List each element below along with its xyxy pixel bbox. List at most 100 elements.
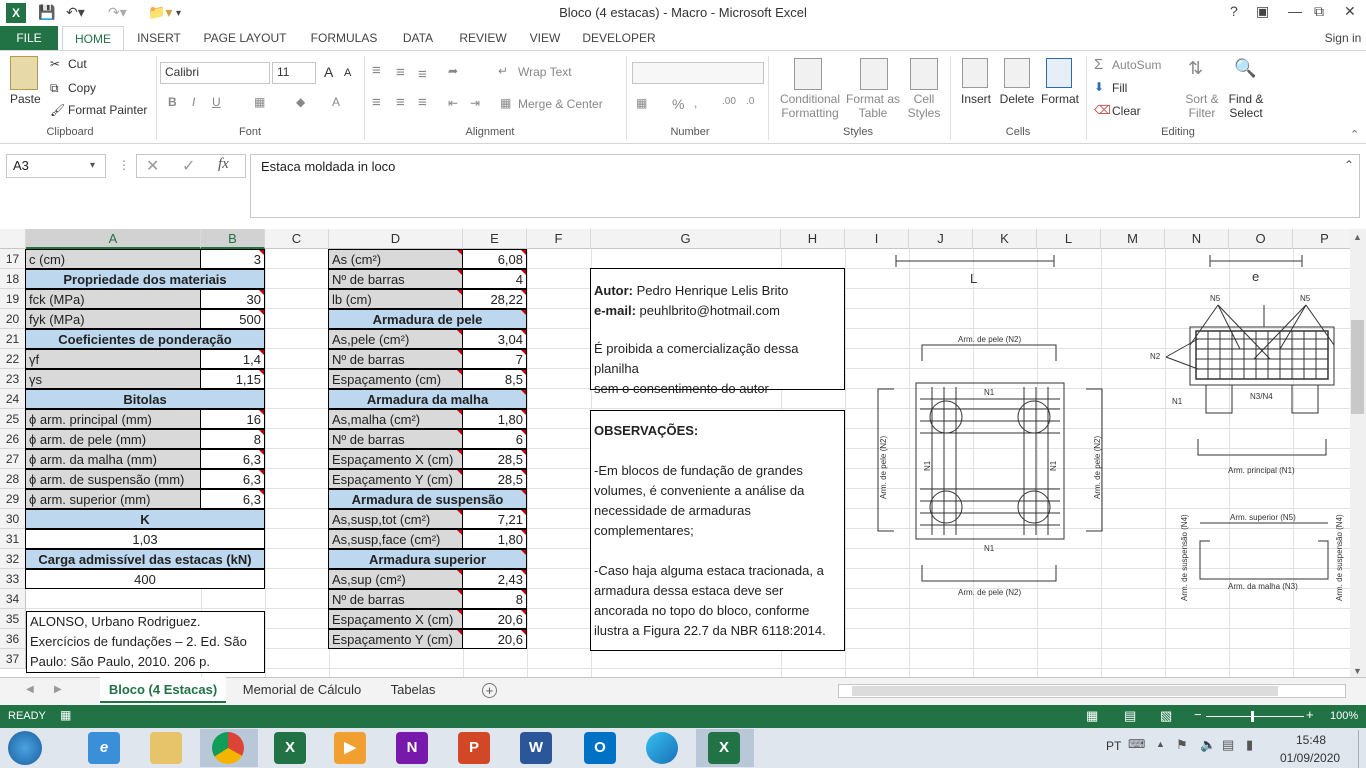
label-cell[interactable]: ϕ arm. de suspensão (mm) [25, 469, 201, 489]
value-cell[interactable]: 6,3 [200, 489, 265, 509]
row-header[interactable]: 22 [0, 349, 26, 369]
format-cells-icon[interactable] [1046, 58, 1072, 88]
macro-record-icon[interactable]: ▦ [60, 708, 71, 722]
section-header-cell[interactable]: Armadura superior [328, 549, 527, 569]
edge-icon[interactable] [646, 732, 678, 764]
sign-in-link[interactable]: Sign in [1320, 26, 1366, 50]
normal-view-icon[interactable]: ▦ [1086, 708, 1098, 724]
onenote-icon[interactable]: N [396, 732, 428, 764]
underline-button[interactable]: U [212, 95, 221, 109]
collapse-ribbon-icon[interactable]: ⌃ [1350, 128, 1359, 141]
outlook-icon[interactable]: O [584, 732, 616, 764]
label-cell[interactable]: ϕ arm. da malha (mm) [25, 449, 201, 469]
borders-icon[interactable]: ▦ [254, 95, 265, 109]
format-as-table-button[interactable]: Format as Table [842, 92, 904, 120]
restore-icon[interactable]: ⧉ [1314, 3, 1324, 20]
value-cell[interactable]: 20,6 [462, 629, 527, 649]
label-cell[interactable]: γs [25, 369, 201, 389]
insert-cells-icon[interactable] [962, 58, 988, 88]
value-cell[interactable]: 20,6 [462, 609, 527, 629]
insert-function-button[interactable]: fx [218, 156, 229, 173]
fill-icon[interactable]: ⬇ [1094, 80, 1104, 94]
powerpoint-icon[interactable]: P [458, 732, 490, 764]
row-header[interactable]: 20 [0, 309, 26, 329]
label-cell[interactable]: Espaçamento X (cm) [328, 449, 463, 469]
section-header-cell[interactable]: Propriedade dos materiais [25, 269, 265, 289]
col-header-g[interactable]: G [591, 229, 781, 249]
value-cell[interactable]: 7,21 [462, 509, 527, 529]
section-header-cell[interactable]: Carga admissível das estacas (kN) [25, 549, 265, 569]
col-header-h[interactable]: H [781, 229, 845, 249]
decrease-indent-icon[interactable]: ⇤ [448, 96, 458, 110]
label-cell[interactable]: c (cm) [25, 249, 201, 269]
author-box[interactable]: Autor: Pedro Henrique Lelis Brito e-mail… [590, 268, 845, 396]
tab-home[interactable]: HOME [62, 26, 124, 50]
value-cell[interactable]: 1,4 [200, 349, 265, 369]
label-cell[interactable]: As,pele (cm²) [328, 329, 463, 349]
collapse-formula-bar-icon[interactable]: ⌃ [1344, 158, 1354, 172]
page-break-view-icon[interactable]: ▧ [1160, 708, 1172, 724]
minimize-icon[interactable]: — [1288, 3, 1302, 19]
add-sheet-icon[interactable]: + [482, 683, 497, 698]
value-cell[interactable]: 6 [462, 429, 527, 449]
show-desktop-button[interactable] [1358, 730, 1366, 768]
tab-insert[interactable]: INSERT [132, 26, 186, 50]
cut-icon[interactable]: ✂ [50, 57, 60, 71]
prev-sheet-icon[interactable]: ◀ [26, 684, 34, 695]
col-header-f[interactable]: F [527, 229, 591, 249]
show-hidden-icons[interactable]: ▲ [1156, 739, 1165, 749]
italic-button[interactable]: I [192, 95, 195, 109]
value-cell[interactable]: 3 [200, 249, 265, 269]
value-cell[interactable]: 3,04 [462, 329, 527, 349]
value-cell[interactable]: 6,3 [200, 449, 265, 469]
find-select-icon[interactable]: 🔍 [1234, 58, 1256, 79]
language-indicator[interactable]: PT [1106, 739, 1121, 753]
align-right-icon[interactable]: ≡ [418, 94, 427, 111]
delete-cells-icon[interactable] [1004, 58, 1030, 88]
comma-style-icon[interactable]: , [694, 96, 697, 110]
tab-developer[interactable]: DEVELOPER [580, 26, 658, 50]
label-cell[interactable]: Nº de barras [328, 589, 463, 609]
row-header[interactable]: 27 [0, 449, 26, 469]
label-cell[interactable]: Nº de barras [328, 429, 463, 449]
percent-button[interactable]: % [672, 96, 684, 112]
increase-indent-icon[interactable]: ⇥ [470, 96, 480, 110]
value-cell[interactable]: 28,5 [462, 469, 527, 489]
media-player-icon[interactable]: ▶ [334, 732, 366, 764]
zoom-in-icon[interactable]: + [1306, 707, 1314, 722]
cancel-icon[interactable]: ✕ [146, 156, 159, 176]
increase-decimal-icon[interactable]: .00 [722, 96, 736, 107]
col-header-n[interactable]: N [1165, 229, 1229, 249]
row-header[interactable]: 31 [0, 529, 26, 549]
file-explorer-icon[interactable] [150, 732, 182, 764]
format-as-table-icon[interactable] [860, 58, 888, 90]
value-cell[interactable]: 6,3 [200, 469, 265, 489]
zoom-slider[interactable] [1206, 716, 1304, 717]
row-header[interactable]: 36 [0, 629, 26, 649]
row-header[interactable]: 19 [0, 289, 26, 309]
row-header[interactable]: 33 [0, 569, 26, 589]
section-header-cell[interactable]: Armadura da malha [328, 389, 527, 409]
col-header-k[interactable]: K [973, 229, 1037, 249]
col-header-m[interactable]: M [1101, 229, 1165, 249]
observations-box[interactable]: OBSERVAÇÕES: -Em blocos de fundação de g… [590, 410, 845, 651]
row-header[interactable]: 35 [0, 609, 26, 629]
excel-open-window-icon[interactable]: X [708, 732, 740, 764]
value-cell[interactable]: 2,43 [462, 569, 527, 589]
wrap-text-button[interactable]: Wrap Text [518, 65, 572, 79]
volume-icon[interactable]: 🔈 [1200, 737, 1216, 753]
row-header[interactable]: 24 [0, 389, 26, 409]
font-color-icon[interactable]: A [332, 95, 340, 109]
value-cell[interactable]: 1,80 [462, 529, 527, 549]
grow-font-button[interactable]: A [324, 64, 333, 80]
merged-value-cell[interactable]: 1,03 [25, 529, 265, 549]
merge-center-button[interactable]: Merge & Center [518, 97, 603, 111]
zoom-level[interactable]: 100% [1330, 710, 1358, 722]
delete-cells-button[interactable]: Delete [996, 92, 1038, 106]
sort-filter-icon[interactable]: ⇅ [1188, 58, 1203, 79]
format-painter-button[interactable]: Format Painter [68, 103, 147, 117]
row-header[interactable]: 17 [0, 249, 26, 269]
label-cell[interactable]: As,susp,tot (cm²) [328, 509, 463, 529]
select-all-corner[interactable] [0, 229, 26, 249]
row-header[interactable]: 25 [0, 409, 26, 429]
